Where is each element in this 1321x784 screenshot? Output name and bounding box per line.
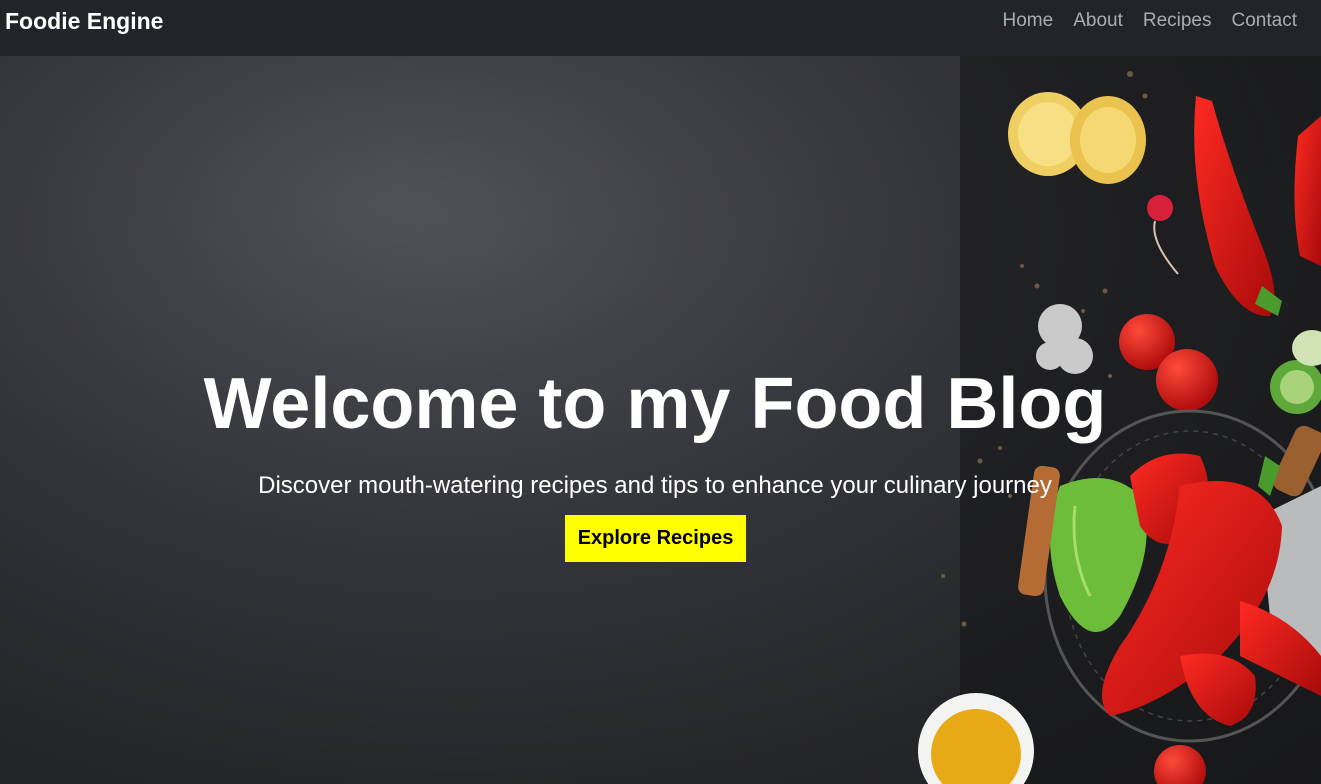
nav-link-recipes[interactable]: Recipes xyxy=(1143,10,1212,32)
hero-content: Welcome to my Food Blog Discover mouth-w… xyxy=(0,56,1321,784)
explore-recipes-button[interactable]: Explore Recipes xyxy=(565,515,746,562)
brand-logo-text[interactable]: Foodie Engine xyxy=(5,8,163,35)
hero-subtitle: Discover mouth-watering recipes and tips… xyxy=(258,472,1052,499)
nav-link-about[interactable]: About xyxy=(1073,10,1123,32)
nav-links: Home About Recipes Contact xyxy=(1003,10,1297,32)
nav-link-home[interactable]: Home xyxy=(1003,10,1054,32)
hero-title: Welcome to my Food Blog xyxy=(203,364,1107,444)
nav-link-contact[interactable]: Contact xyxy=(1232,10,1297,32)
hero-section: Welcome to my Food Blog Discover mouth-w… xyxy=(0,56,1321,784)
navbar: Foodie Engine Home About Recipes Contact xyxy=(0,0,1321,56)
